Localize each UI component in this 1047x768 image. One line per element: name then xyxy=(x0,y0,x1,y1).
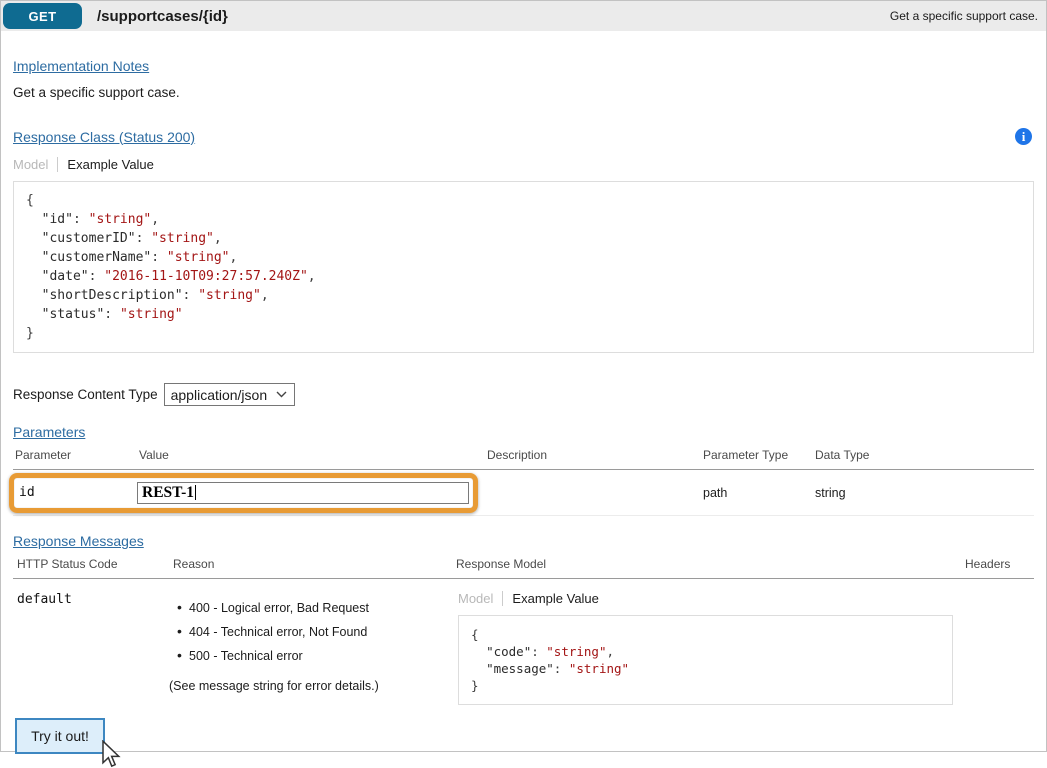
response-messages-header: HTTP Status Code Reason Response Model H… xyxy=(13,557,1034,579)
col-reason: Reason xyxy=(169,557,452,571)
parameter-row: id REST-1 path string xyxy=(13,470,1034,516)
parameter-value-input[interactable]: REST-1 xyxy=(137,482,469,504)
reason-item: 400 - Logical error, Bad Request xyxy=(177,601,452,616)
status-code: default xyxy=(13,589,169,607)
response-content-type-label: Response Content Type xyxy=(13,387,158,402)
parameter-value-text: REST-1 xyxy=(142,484,194,502)
col-parameter: Parameter xyxy=(13,448,137,462)
reason-note: (See message string for error details.) xyxy=(169,679,452,693)
http-method-badge[interactable]: GET xyxy=(3,3,82,29)
chevron-down-icon xyxy=(276,391,287,398)
tab-divider xyxy=(57,157,58,172)
text-caret xyxy=(195,485,196,500)
parameters-table: Parameter Value Description Parameter Ty… xyxy=(13,448,1034,516)
endpoint-header: GET /supportcases/{id} Get a specific su… xyxy=(1,1,1046,31)
endpoint-body: Implementation Notes Get a specific supp… xyxy=(1,58,1046,754)
response-content-type-select[interactable]: application/json xyxy=(164,383,296,406)
response-messages-link[interactable]: Response Messages xyxy=(13,533,144,549)
parameter-name: id xyxy=(13,485,137,500)
col-data-type: Data Type xyxy=(813,448,1034,462)
parameter-type: path xyxy=(701,486,813,500)
col-value: Value xyxy=(137,448,485,462)
col-http-status-code: HTTP Status Code xyxy=(13,557,169,571)
col-parameter-type: Parameter Type xyxy=(701,448,813,462)
endpoint-summary: Get a specific support case. xyxy=(890,9,1038,23)
col-response-model: Response Model xyxy=(452,557,961,571)
response-content-type-value: application/json xyxy=(171,387,268,403)
response-example-code: { "id": "string", "customerID": "string"… xyxy=(13,181,1034,353)
tab-example-value[interactable]: Example Value xyxy=(67,157,153,172)
reason-list: 400 - Logical error, Bad Request 404 - T… xyxy=(169,601,452,664)
parameter-data-type: string xyxy=(813,486,1034,500)
parameters-link[interactable]: Parameters xyxy=(13,424,85,440)
reason-item: 404 - Technical error, Not Found xyxy=(177,625,452,640)
implementation-notes-link[interactable]: Implementation Notes xyxy=(13,58,149,74)
response-model-tabs: Model Example Value xyxy=(452,591,961,606)
response-class-link[interactable]: Response Class (Status 200) xyxy=(13,129,195,145)
api-doc-page: { "colors": { "method_badge": "#0f6b91",… xyxy=(0,0,1047,752)
reason-item: 500 - Technical error xyxy=(177,649,452,664)
implementation-notes-text: Get a specific support case. xyxy=(13,85,1034,100)
response-message-row: default 400 - Logical error, Bad Request… xyxy=(13,579,1034,705)
col-headers: Headers xyxy=(961,557,1035,571)
tab-example-value[interactable]: Example Value xyxy=(512,591,598,606)
parameters-table-header: Parameter Value Description Parameter Ty… xyxy=(13,448,1034,470)
endpoint-path[interactable]: /supportcases/{id} xyxy=(97,8,228,25)
tab-model[interactable]: Model xyxy=(13,157,48,172)
tab-model[interactable]: Model xyxy=(458,591,493,606)
response-model-cell: Model Example Value { "code": "string", … xyxy=(452,589,961,705)
response-messages-table: HTTP Status Code Reason Response Model H… xyxy=(13,557,1034,705)
info-icon[interactable]: i xyxy=(1015,128,1032,145)
reason-cell: 400 - Logical error, Bad Request 404 - T… xyxy=(169,589,452,693)
tab-divider xyxy=(502,591,503,606)
response-class-tabs: Model Example Value xyxy=(13,157,1034,172)
col-description: Description xyxy=(485,448,701,462)
error-example-code: { "code": "string", "message": "string"} xyxy=(458,615,953,705)
try-it-out-button[interactable]: Try it out! xyxy=(15,718,105,754)
